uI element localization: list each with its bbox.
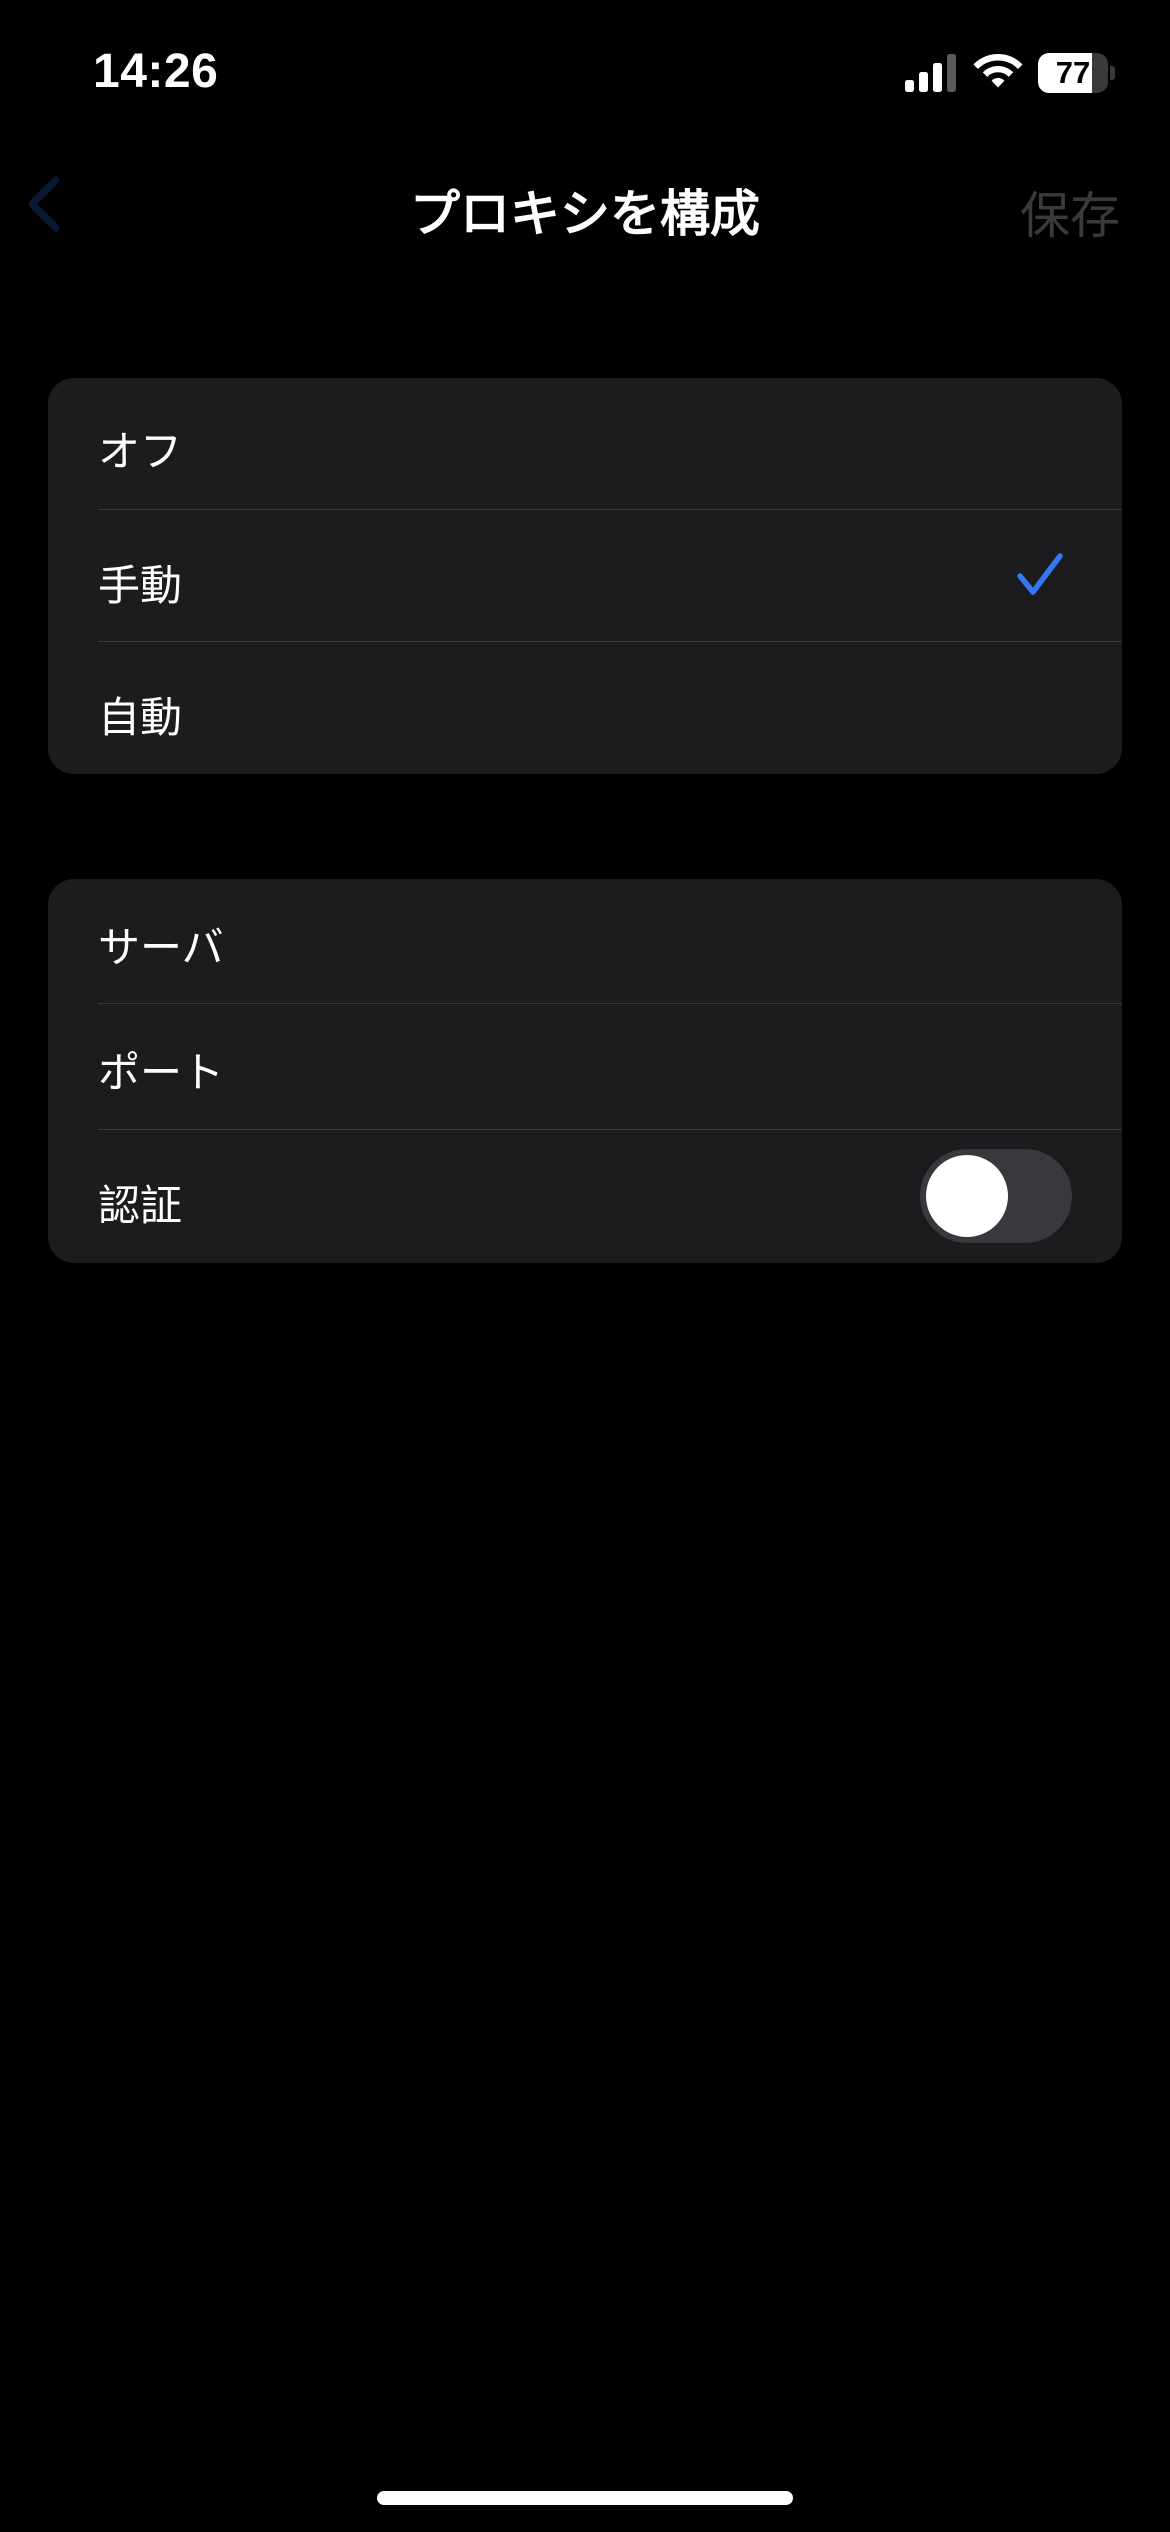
- proxy-mode-auto-label: 自動: [98, 693, 183, 742]
- server-label: サーバ: [98, 923, 224, 972]
- proxy-mode-manual-row[interactable]: 手動: [48, 510, 1122, 642]
- battery-cap: [1110, 66, 1115, 80]
- page-title: プロキシを構成: [410, 185, 760, 243]
- cellular-signal-icon: [905, 54, 956, 92]
- proxy-mode-off-label: オフ: [98, 427, 183, 476]
- proxy-mode-manual-label: 手動: [98, 561, 183, 610]
- home-indicator[interactable]: [377, 2491, 793, 2505]
- proxy-settings-list: サーバ ポート 認証: [48, 879, 1122, 1263]
- server-row[interactable]: サーバ: [48, 879, 1122, 1004]
- checkmark-icon: [1017, 553, 1063, 595]
- port-label: ポート: [98, 1048, 225, 1097]
- save-button[interactable]: 保存: [1020, 176, 1120, 248]
- auth-label: 認証: [98, 1181, 183, 1230]
- navigation-bar: プロキシを構成 保存: [0, 150, 1170, 265]
- proxy-mode-auto-row[interactable]: 自動: [48, 642, 1122, 774]
- battery-icon: 77: [1038, 53, 1115, 93]
- status-time: 14:26: [93, 45, 219, 98]
- port-row[interactable]: ポート: [48, 1004, 1122, 1129]
- auth-toggle[interactable]: [920, 1149, 1072, 1243]
- battery-body: 77: [1038, 53, 1108, 93]
- status-bar: 14:26 77: [0, 0, 1170, 150]
- toggle-knob: [926, 1155, 1008, 1237]
- battery-level: 77: [1055, 55, 1091, 90]
- proxy-mode-list: オフ 手動 自動: [48, 378, 1122, 774]
- proxy-mode-off-row[interactable]: オフ: [48, 378, 1122, 510]
- wifi-icon: [973, 54, 1023, 88]
- auth-row: 認証: [48, 1130, 1122, 1263]
